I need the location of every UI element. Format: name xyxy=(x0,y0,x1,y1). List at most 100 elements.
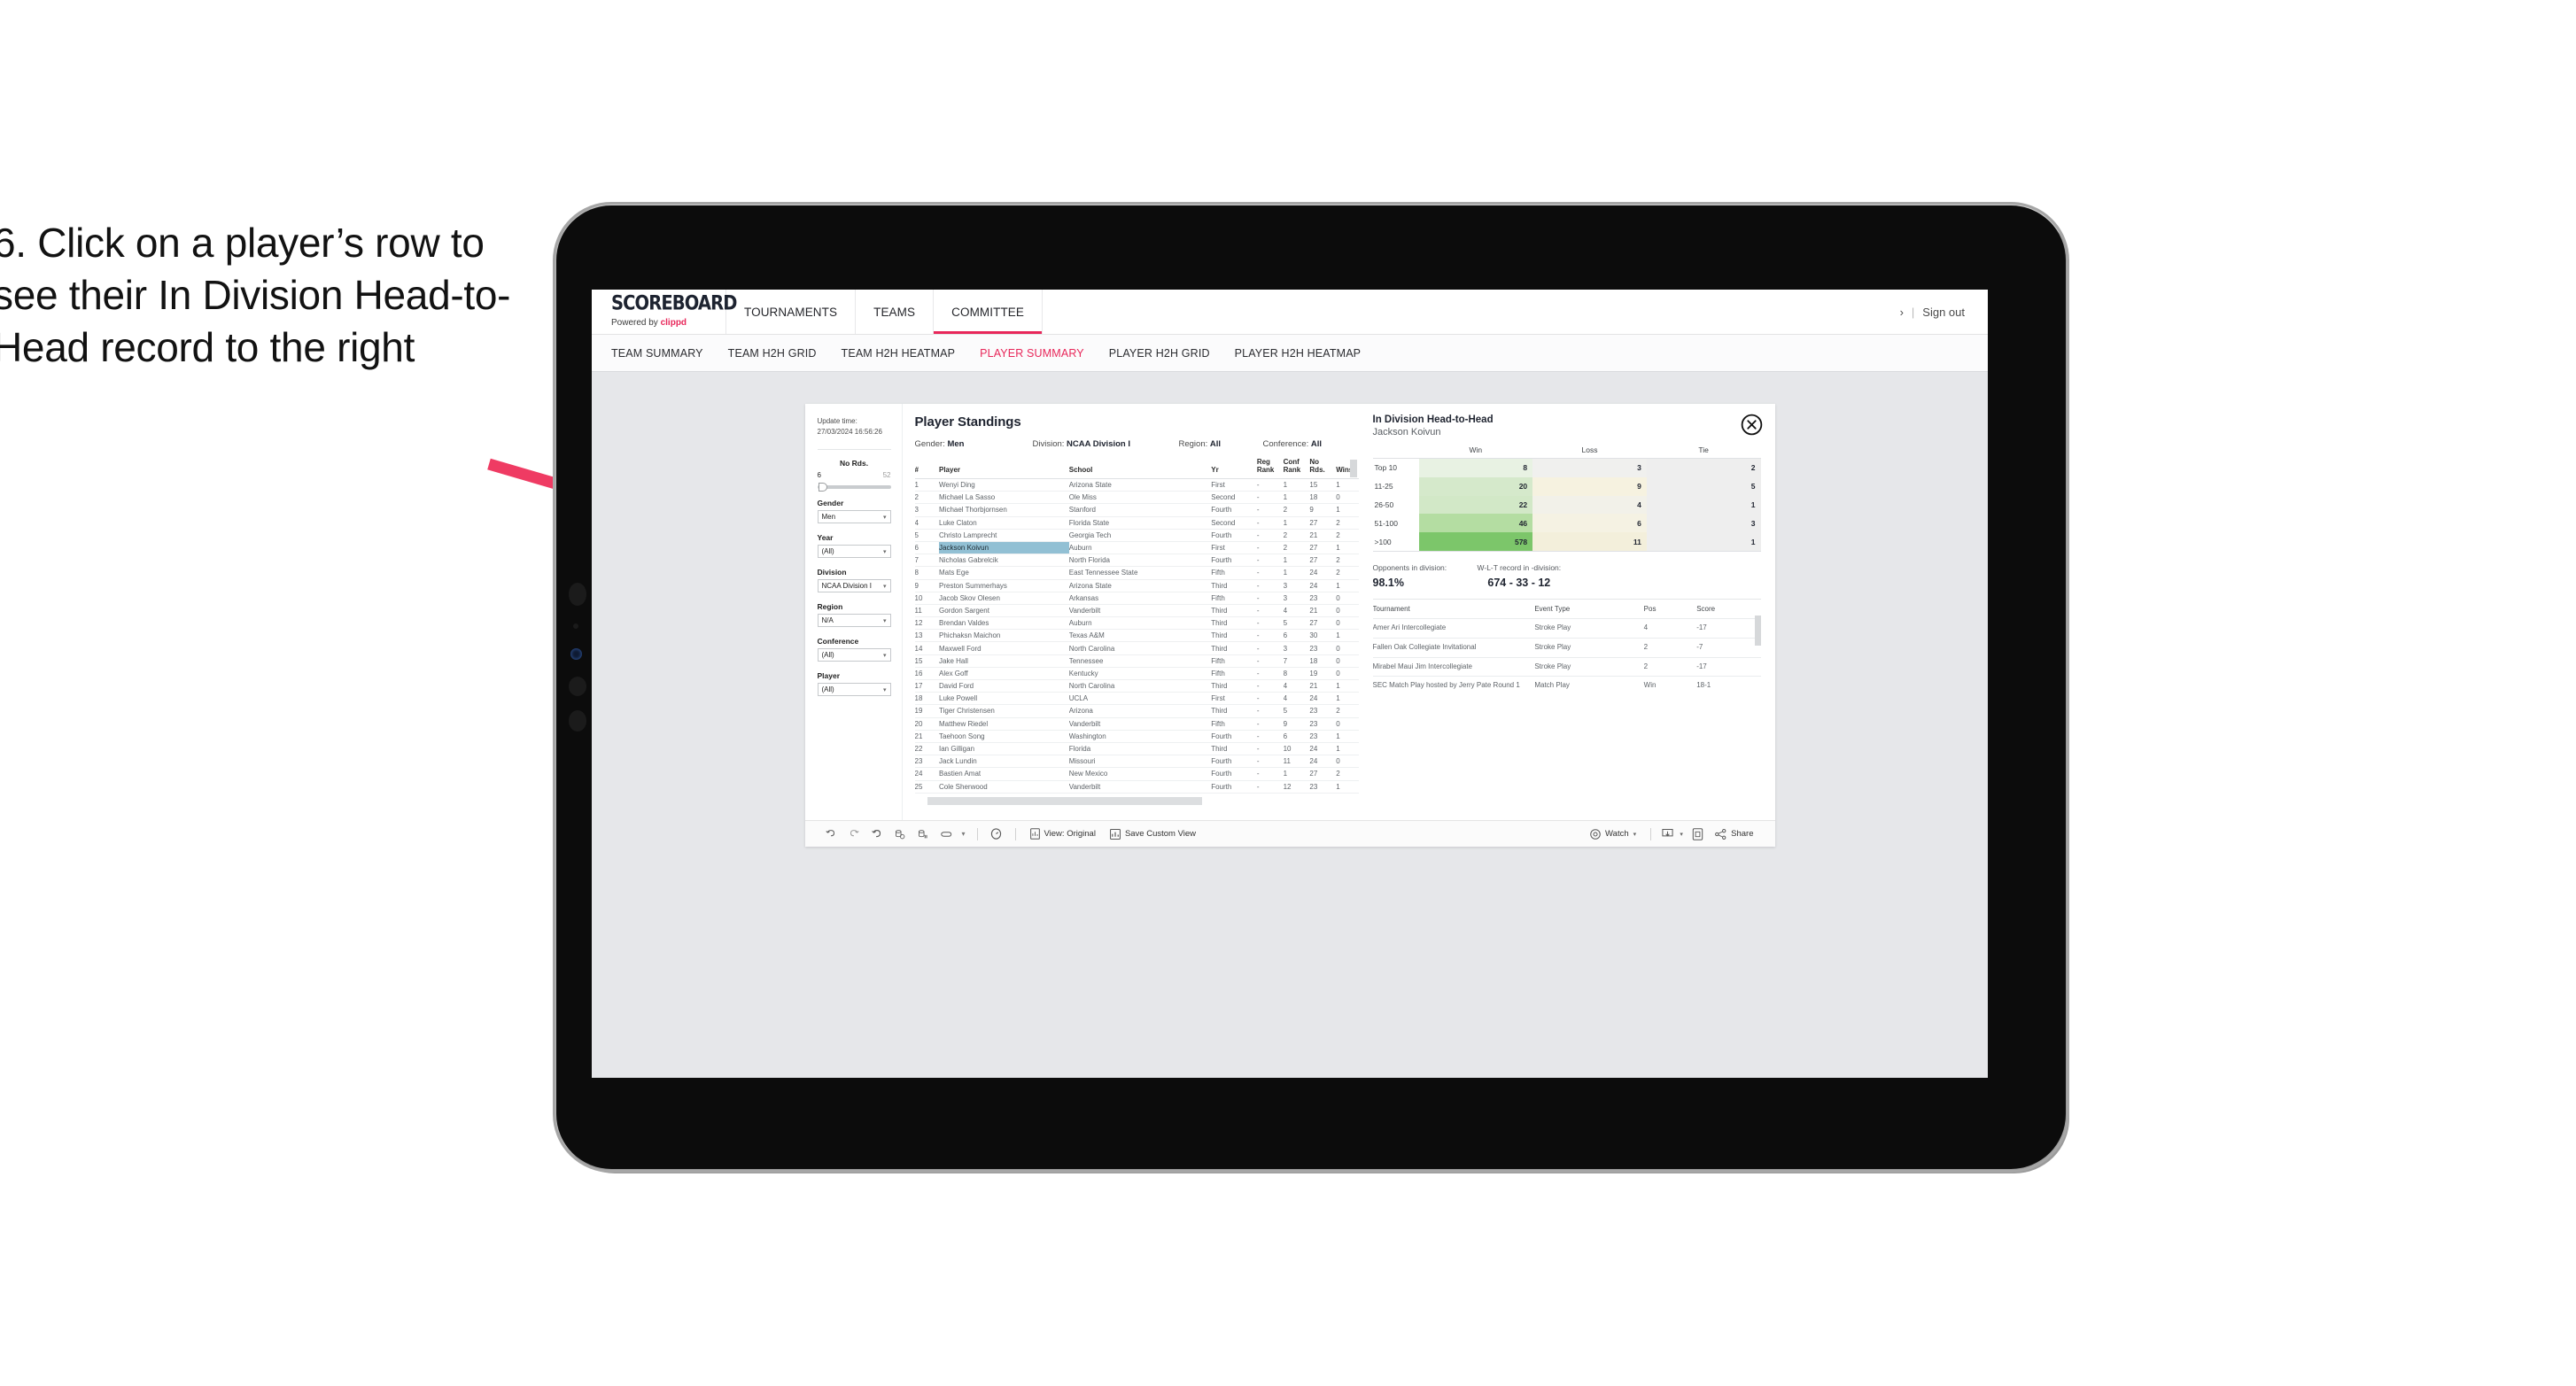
subnav-item-team-summary[interactable]: TEAM SUMMARY xyxy=(611,347,703,360)
table-row[interactable]: 11 Gordon Sargent Vanderbilt Third -4 21 0 xyxy=(914,604,1359,618)
table-row[interactable]: 9 Preston Summerhays Arizona State Third -3 2… xyxy=(914,579,1359,592)
chevron-right-icon[interactable]: › xyxy=(1900,306,1904,319)
pause-data-icon[interactable] xyxy=(912,826,935,842)
table-row[interactable]: 14 Maxwell Ford North Carolina Third -3 23 0 xyxy=(914,641,1359,655)
download-caret-icon[interactable]: ▾ xyxy=(1676,826,1687,842)
table-row[interactable]: 23 Jack Lundin Missouri Fourth -11 24 0 xyxy=(914,755,1359,769)
subnav-item-team-h2h-grid[interactable]: TEAM H2H GRID xyxy=(728,347,817,360)
table-cell: 27 xyxy=(1309,767,1337,781)
table-row[interactable]: 24 Bastien Amat New Mexico Fourth -1 27 2 xyxy=(914,767,1359,781)
topnav-item-teams[interactable]: TEAMS xyxy=(856,290,935,334)
filter-select-year[interactable]: (All) ▾ xyxy=(817,545,891,559)
h2h-row[interactable]: 11-25 20 9 5 xyxy=(1372,476,1761,496)
table-row[interactable]: 21 Taehoon Song Washington Fourth -6 23 1 xyxy=(914,730,1359,743)
table-row[interactable]: 17 David Ford North Carolina Third -4 21 1 xyxy=(914,679,1359,693)
tournament-row[interactable]: Mirabel Maui Jim Intercollegiate Stroke P… xyxy=(1372,656,1761,677)
subnav-item-player-h2h-grid[interactable]: PLAYER H2H GRID xyxy=(1109,347,1210,360)
viz-body: Update time: 27/03/2024 16:56:26 No Rds.… xyxy=(804,404,1775,820)
tournament-row[interactable]: SEC Match Play hosted by Jerry Pate Roun… xyxy=(1372,676,1761,693)
h2h-row[interactable]: >100 578 11 1 xyxy=(1372,532,1761,552)
h2h-player-name: Jackson Koivun xyxy=(1372,427,1441,437)
table-row[interactable]: 5 Christo Lamprecht Georgia Tech Fourth -2 21… xyxy=(914,529,1359,542)
standings-horizontal-scrollbar[interactable] xyxy=(927,796,1202,805)
table-row[interactable]: 22 Ian Gilligan Florida Third -10 24 1 xyxy=(914,742,1359,756)
h2h-band-label: >100 xyxy=(1372,532,1419,552)
subnav-item-team-h2h-heatmap[interactable]: TEAM H2H HEATMAP xyxy=(842,347,956,360)
h2h-column-header: Tie xyxy=(1698,445,1709,454)
table-cell: 4 xyxy=(1283,604,1310,618)
h2h-row[interactable]: Top 10 8 3 2 xyxy=(1372,457,1761,477)
table-row[interactable]: 2 Michael La Sasso Ole Miss Second -1 18 0 xyxy=(914,491,1359,505)
filter-select-division[interactable]: NCAA Division I ▾ xyxy=(817,579,891,593)
slider-handle[interactable] xyxy=(818,483,827,492)
table-row[interactable]: 20 Matthew Riedel Vanderbilt Fifth -9 23 0 xyxy=(914,717,1359,731)
subnav-item-player-summary[interactable]: PLAYER SUMMARY xyxy=(980,347,1084,360)
filter-select-conference[interactable]: (All) ▾ xyxy=(817,648,891,662)
table-row[interactable]: 13 Phichaksn Maichon Texas A&M Third -6 30 1 xyxy=(914,629,1359,643)
tournament-column-header[interactable]: Tournament xyxy=(1373,605,1535,619)
table-row[interactable]: 6 Jackson Koivun Auburn First -2 27 1 xyxy=(914,541,1359,555)
tournament-row[interactable]: Fallen Oak Collegiate Invitational Stroke… xyxy=(1372,637,1761,657)
subnav-item-player-h2h-heatmap[interactable]: PLAYER H2H HEATMAP xyxy=(1235,347,1362,360)
table-cell: 15 xyxy=(914,654,939,668)
table-row[interactable]: 19 Tiger Christensen Arizona Third -5 23 2 xyxy=(914,704,1359,718)
table-cell: UCLA xyxy=(1068,692,1212,706)
table-cell: 2 xyxy=(1336,566,1359,580)
column-header[interactable]: Conf Rank xyxy=(1283,458,1310,479)
filter-select-player[interactable]: (All) ▾ xyxy=(817,683,891,697)
close-icon[interactable] xyxy=(1741,414,1763,436)
tournament-scrollbar[interactable] xyxy=(1754,615,1761,646)
column-header[interactable]: No Rds. xyxy=(1309,458,1337,479)
download-icon[interactable] xyxy=(1658,826,1676,842)
brand-logo[interactable]: SCOREBOARD Powered by clippd xyxy=(592,290,737,334)
sign-out-link[interactable]: Sign out xyxy=(1922,306,1965,319)
table-cell: Ole Miss xyxy=(1068,491,1212,505)
table-cell: 4 xyxy=(914,516,939,530)
table-row[interactable]: 15 Jake Hall Tennessee Fifth -7 18 0 xyxy=(914,654,1359,668)
pause-auto-updates-icon[interactable] xyxy=(985,826,1008,842)
chevron-down-icon[interactable]: ▾ xyxy=(958,826,970,842)
tournament-column-header[interactable]: Event Type xyxy=(1534,605,1643,619)
tournament-cell: 18-1 xyxy=(1696,676,1761,693)
table-row[interactable]: 4 Luke Claton Florida State Second -1 27 2 xyxy=(914,516,1359,530)
camera-dot-4 xyxy=(569,710,586,732)
column-header[interactable]: Player xyxy=(939,458,1069,479)
column-header[interactable]: # xyxy=(914,458,939,479)
table-row[interactable]: 3 Michael Thorbjornsen Stanford Fourth -2 9 1 xyxy=(914,503,1359,517)
save-custom-view-button[interactable]: Save Custom View xyxy=(1103,828,1203,840)
column-header[interactable]: Yr xyxy=(1211,458,1257,479)
fullscreen-icon[interactable] xyxy=(1687,826,1708,842)
table-row[interactable]: 8 Mats Ege East Tennessee State Fifth -1 24 2 xyxy=(914,566,1359,580)
table-row[interactable]: 18 Luke Powell UCLA First -4 24 1 xyxy=(914,692,1359,706)
topnav-item-committee[interactable]: COMMITTEE xyxy=(934,290,1044,334)
tournament-row[interactable]: Amer Ari Intercollegiate Stroke Play 4 -17 xyxy=(1372,617,1761,639)
tournament-column-header[interactable]: Pos xyxy=(1644,605,1697,619)
topnav-item-tournaments[interactable]: TOURNAMENTS xyxy=(726,290,857,334)
table-row[interactable]: 1 Wenyi Ding Arizona State First -1 15 1 xyxy=(914,478,1359,492)
tournament-column-header[interactable]: Score xyxy=(1696,605,1760,619)
refresh-data-icon[interactable] xyxy=(888,826,912,842)
undo-all-icon[interactable] xyxy=(935,826,958,842)
undo-icon[interactable] xyxy=(819,826,842,842)
meta-value: All xyxy=(1310,439,1323,449)
table-row[interactable]: 12 Brendan Valdes Auburn Third -5 27 0 xyxy=(914,616,1359,631)
filter-select-region[interactable]: N/A ▾ xyxy=(817,614,891,628)
filter-select-gender[interactable]: Men ▾ xyxy=(817,510,891,524)
watch-button[interactable]: Watch ▾ xyxy=(1583,828,1643,840)
view-original-button[interactable]: View: Original xyxy=(1023,828,1103,840)
h2h-row[interactable]: 51-100 46 6 3 xyxy=(1372,514,1761,533)
column-header[interactable]: School xyxy=(1068,458,1212,479)
standings-vertical-scrollbar[interactable] xyxy=(1349,460,1357,477)
column-header[interactable]: Reg Rank xyxy=(1256,458,1284,479)
table-row[interactable]: 7 Nicholas Gabrelcik North Florida Fourth -1… xyxy=(914,554,1359,568)
share-button[interactable]: Share xyxy=(1708,828,1760,840)
redo-icon[interactable] xyxy=(842,826,865,842)
table-cell: Fifth xyxy=(1211,566,1257,580)
table-row[interactable]: 10 Jacob Skov Olesen Arkansas Fifth -3 23 0 xyxy=(914,592,1359,605)
h2h-row[interactable]: 26-50 22 4 1 xyxy=(1372,495,1761,515)
table-row[interactable]: 25 Cole Sherwood Vanderbilt Fourth -12 23 1 xyxy=(914,780,1359,794)
table-row[interactable]: 16 Alex Goff Kentucky Fifth -8 19 0 xyxy=(914,667,1359,681)
slider-track[interactable] xyxy=(817,483,891,492)
revert-icon[interactable] xyxy=(865,826,888,842)
table-cell: 7 xyxy=(914,554,939,568)
